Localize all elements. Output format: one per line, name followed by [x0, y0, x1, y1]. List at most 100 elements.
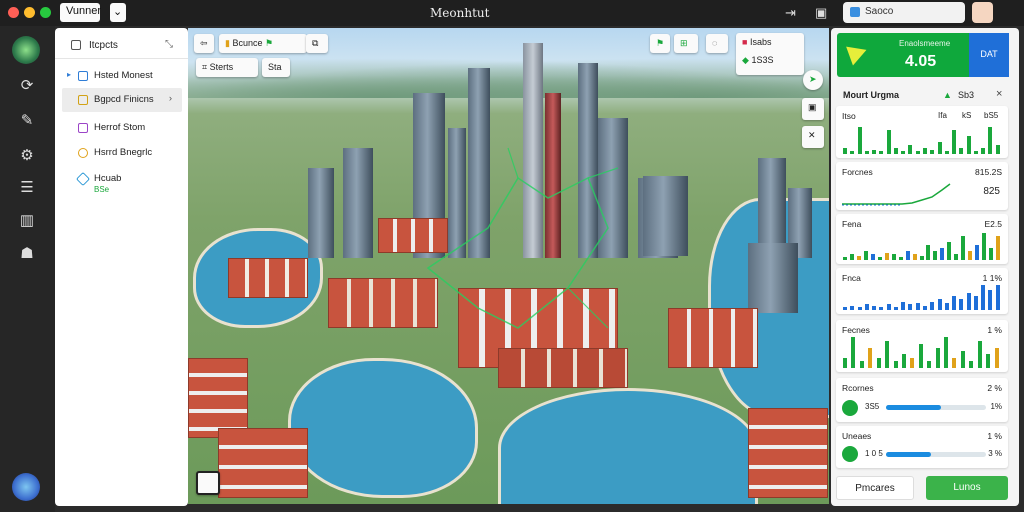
metric-label: Forcnes	[842, 167, 873, 177]
hero-label: Enaolsmeeme	[899, 39, 951, 48]
map-view[interactable]: ⇦ ▮ Bcunce ⚑ ⧉ ⌗ Sterts Sta ⚑ ⊞ ◌ ■ Isab…	[188, 28, 829, 504]
metric-card-uneaes[interactable]: Uneaes 1 % 1 0 5 3 %	[836, 426, 1008, 468]
sparkline-bar	[870, 254, 875, 260]
sparkline-bar	[923, 305, 927, 310]
metric-card-fnca[interactable]: Fnca 1 1%	[836, 268, 1008, 314]
bounce-button[interactable]: ▮ Bcunce ⚑	[219, 34, 307, 53]
metric-label: Uneaes	[842, 431, 872, 441]
crop-icon: ⌗	[202, 62, 208, 72]
sparkline-bar	[877, 257, 882, 260]
trash-icon[interactable]: ▥	[17, 211, 37, 231]
tag-icon[interactable]: ✎	[17, 111, 37, 131]
alert-icon: ■	[742, 37, 748, 47]
scarts-button[interactable]: Sta	[262, 58, 290, 77]
grid-icon[interactable]: ⊞	[674, 34, 698, 53]
flag-button[interactable]: ⚑	[650, 34, 670, 53]
expand-icon[interactable]: ⇥	[785, 5, 796, 21]
search-input[interactable]: Saoco	[843, 2, 965, 23]
tag-icon: ▮	[225, 38, 230, 48]
brand-logo-icon[interactable]	[12, 473, 40, 501]
sparkline-bar	[893, 307, 898, 310]
sparkline-bar	[893, 148, 898, 154]
metric-sub-pct: 3 %	[988, 449, 1002, 458]
sidebar-item-hsrrd-bnegrlc[interactable]: Hsrrd Bnegrlc	[62, 141, 182, 165]
fullscreen-icon[interactable]: ▣	[802, 98, 824, 120]
right-panel: Enaolsmeeme 4.05 DAT Mourt Urgma ▲ Sb3 ×…	[831, 28, 1019, 506]
speech-icon[interactable]: ◌	[706, 34, 728, 53]
metric-value-secondary: 825	[983, 186, 1000, 197]
sidebar-item-hcuab[interactable]: Hcuab BSe	[62, 167, 182, 197]
user-icon[interactable]: ☗	[17, 244, 37, 264]
diamond-icon	[75, 171, 91, 187]
sparkline-bar	[856, 255, 861, 260]
metric-sublabel: kS	[962, 111, 972, 120]
compass-icon[interactable]: ➤	[803, 70, 823, 90]
sparkline-bar	[981, 148, 986, 154]
back-icon[interactable]: ⇦	[194, 34, 214, 53]
gear-icon[interactable]: ⚙	[17, 146, 37, 166]
stats-button[interactable]: ⌗ Sterts	[196, 58, 258, 77]
sparkline-bar	[973, 151, 978, 154]
sparkline-bar	[885, 340, 890, 368]
primary-button[interactable]: Lunos	[926, 476, 1008, 500]
metric-card-rcornes[interactable]: Rcornes 2 % 3S5 1%	[836, 378, 1008, 422]
sparkline-bar	[879, 307, 884, 310]
sparkline-bar	[937, 298, 942, 310]
sparkline-bar	[915, 303, 920, 310]
stats-popup-label: Isabs	[749, 37, 772, 47]
sparkline-bar	[857, 307, 862, 310]
sparkline-bar	[908, 145, 913, 154]
bar-sparkline	[842, 334, 1002, 368]
metric-value: E2.5	[984, 219, 1003, 229]
metric-card-itso[interactable]: Itso Ifa kS bS5	[836, 106, 1008, 158]
refresh-icon[interactable]: ⟳	[17, 76, 37, 96]
sidebar-item-label: Herrof Stom	[94, 122, 146, 133]
layers-icon[interactable]: ⧉	[306, 34, 328, 53]
sparkline-bar	[926, 245, 931, 260]
avatar[interactable]	[972, 2, 993, 23]
sidebar-item-bgpcd-finicns[interactable]: Bgpcd Finicns ›	[62, 88, 182, 112]
minimize-window-button[interactable]	[24, 7, 35, 18]
bar-sparkline	[842, 282, 1002, 310]
metric-card-forcnes[interactable]: Forcnes 815.2S 825	[836, 162, 1008, 210]
list-icon[interactable]: ☰	[17, 178, 37, 198]
sparkline-bar	[859, 361, 864, 368]
save-icon[interactable]: ▣	[815, 5, 827, 21]
sparkline-bar	[952, 357, 957, 368]
status-icon	[842, 446, 858, 462]
zoom-icon[interactable]: ✕	[802, 126, 824, 148]
sparkline-bar	[843, 307, 847, 310]
bounce-label: Bcunce	[232, 38, 263, 48]
sparkline-bar	[901, 151, 906, 154]
sparkline-bar	[898, 257, 903, 260]
metric-card-fena[interactable]: Fena E2.5	[836, 214, 1008, 264]
metric-card-fecnes[interactable]: Fecnes 1 %	[836, 320, 1008, 372]
sidebar: Itcpcts ⤡ ▸ Hsted Monest Bgpcd Finicns ›…	[55, 28, 188, 506]
scarts-label: Sta	[268, 62, 282, 72]
sparkline-bar	[891, 254, 896, 260]
close-icon[interactable]: ×	[996, 88, 1002, 100]
sparkline-bar	[989, 248, 994, 260]
progress-fill	[886, 452, 931, 457]
chevron-down-icon[interactable]: ⌄	[110, 3, 126, 22]
search-icon	[850, 7, 860, 17]
collapse-icon[interactable]: ⤡	[165, 39, 173, 50]
minimap-toggle[interactable]	[196, 471, 220, 495]
sparkline-bar	[944, 151, 949, 154]
hero-badge[interactable]: DAT	[969, 33, 1009, 77]
select-all-checkbox[interactable]	[71, 40, 81, 50]
sparkline-bar	[961, 236, 966, 260]
sparkline-bar	[876, 357, 881, 368]
panel-title: Mourt Urgma	[843, 90, 899, 100]
maximize-window-button[interactable]	[40, 7, 51, 18]
stats-label: Sterts	[209, 62, 234, 72]
secondary-button[interactable]: Pmcares	[836, 476, 914, 500]
sidebar-item-hsted-monest[interactable]: ▸ Hsted Monest	[62, 64, 182, 88]
sparkline-bar	[959, 148, 964, 154]
sidebar-item-herrof-stom[interactable]: Herrof Stom	[62, 116, 182, 140]
metric-label: Fena	[842, 219, 862, 229]
menu-button[interactable]: Vunner	[60, 3, 101, 22]
sparkline-bar	[843, 148, 847, 154]
close-window-button[interactable]	[8, 7, 19, 18]
pen-logo-icon[interactable]	[12, 36, 40, 64]
